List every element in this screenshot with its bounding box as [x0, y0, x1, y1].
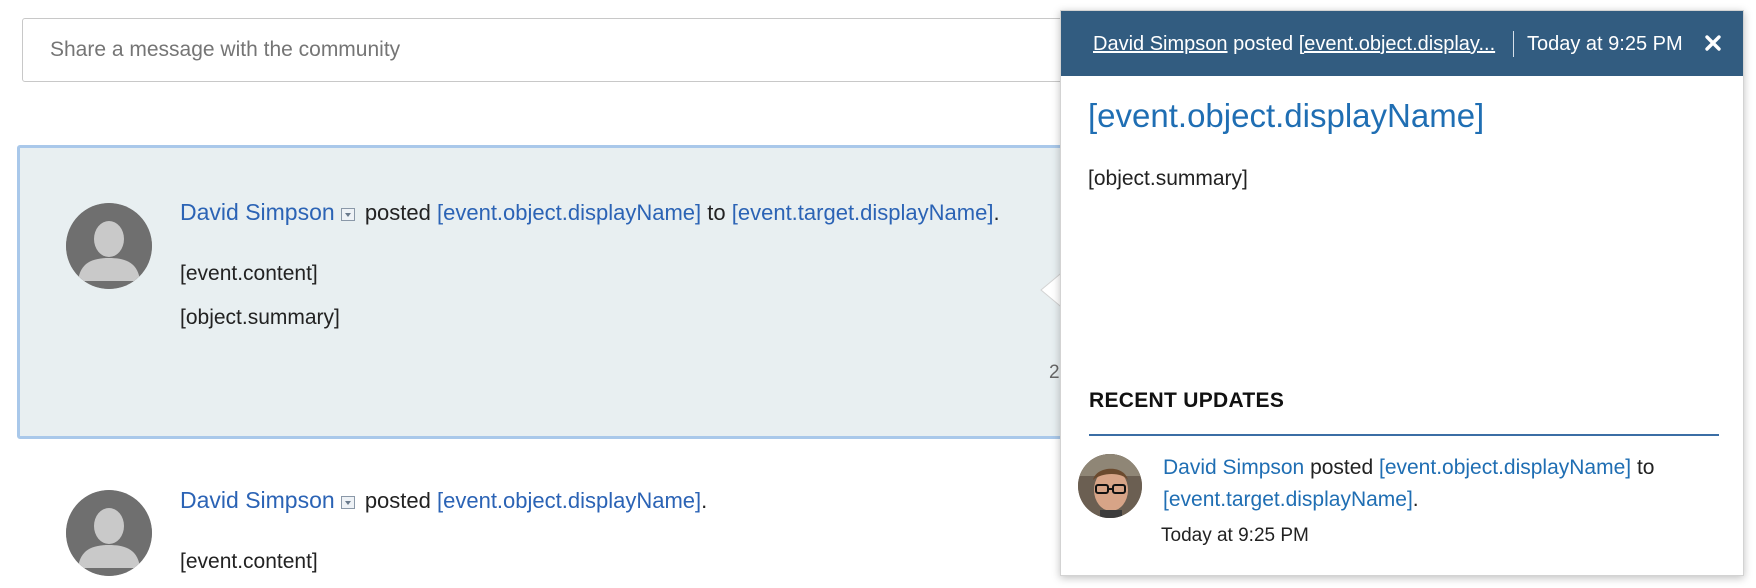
to-text: to	[707, 200, 726, 225]
person-silhouette-icon	[66, 490, 152, 576]
dropdown-menu-icon[interactable]	[340, 208, 355, 221]
close-button[interactable]	[1699, 29, 1727, 57]
share-placeholder: Share a message with the community	[50, 38, 401, 61]
close-icon	[1705, 35, 1721, 51]
period-text: .	[701, 488, 708, 513]
person-silhouette-icon	[66, 203, 152, 289]
header-timestamp: Today at 9:25 PM	[1527, 33, 1683, 55]
recent-period: .	[1412, 488, 1419, 511]
share-message-input[interactable]: Share a message with the community	[22, 18, 1122, 82]
recent-updates-heading: RECENT UPDATES	[1089, 389, 1285, 412]
avatar[interactable]	[66, 490, 152, 576]
recent-verb: posted	[1310, 456, 1374, 479]
period-text: .	[993, 200, 1000, 225]
feed-item-headline: David Simpson posted [event.object.displ…	[180, 487, 707, 514]
header-ellipsis: ...	[1478, 33, 1496, 55]
event-content: [event.content]	[180, 550, 318, 573]
recent-updates-divider	[1089, 434, 1719, 436]
recent-update-timestamp: Today at 9:25 PM	[1161, 525, 1309, 546]
activity-popup: David Simpson posted [event.object.displ…	[1060, 10, 1744, 576]
author-link[interactable]: David Simpson	[180, 199, 335, 225]
event-content: [event.content]	[180, 262, 318, 285]
header-divider	[1513, 31, 1514, 57]
header-object-text: [event.object.display	[1298, 33, 1479, 55]
user-photo	[1078, 454, 1142, 518]
verb-text: posted	[364, 488, 431, 513]
avatar[interactable]	[66, 203, 152, 289]
object-summary: [object.summary]	[180, 306, 340, 329]
recent-author-link[interactable]: David Simpson	[1163, 456, 1304, 479]
author-link[interactable]: David Simpson	[180, 487, 335, 513]
header-author-link[interactable]: David Simpson	[1093, 33, 1228, 55]
target-link[interactable]: [event.target.displayName]	[732, 200, 994, 225]
popup-summary: [object.summary]	[1088, 167, 1248, 190]
feed-item-selected[interactable]	[17, 145, 1117, 439]
recent-target-link[interactable]: [event.target.displayName]	[1163, 488, 1413, 511]
recent-object-link[interactable]: [event.object.displayName]	[1379, 456, 1631, 479]
recent-update-avatar[interactable]	[1078, 454, 1142, 518]
recent-update-text: David Simpson posted [event.object.displ…	[1163, 452, 1703, 516]
recent-to: to	[1636, 456, 1655, 479]
popup-header: David Simpson posted [event.object.displ…	[1061, 11, 1743, 76]
object-link[interactable]: [event.object.displayName]	[437, 488, 701, 513]
dropdown-menu-icon[interactable]	[340, 496, 355, 509]
popup-title-link[interactable]: [event.object.displayName]	[1088, 97, 1484, 135]
header-object-link[interactable]: [event.object.display...	[1299, 33, 1495, 55]
verb-text: posted	[364, 200, 431, 225]
object-link[interactable]: [event.object.displayName]	[437, 200, 701, 225]
timestamp-partial: 2	[1049, 362, 1060, 383]
header-verb: posted	[1233, 33, 1294, 55]
feed-item-headline: David Simpson posted [event.object.displ…	[180, 199, 1000, 226]
popup-header-summary: David Simpson posted [event.object.displ…	[1093, 33, 1495, 56]
